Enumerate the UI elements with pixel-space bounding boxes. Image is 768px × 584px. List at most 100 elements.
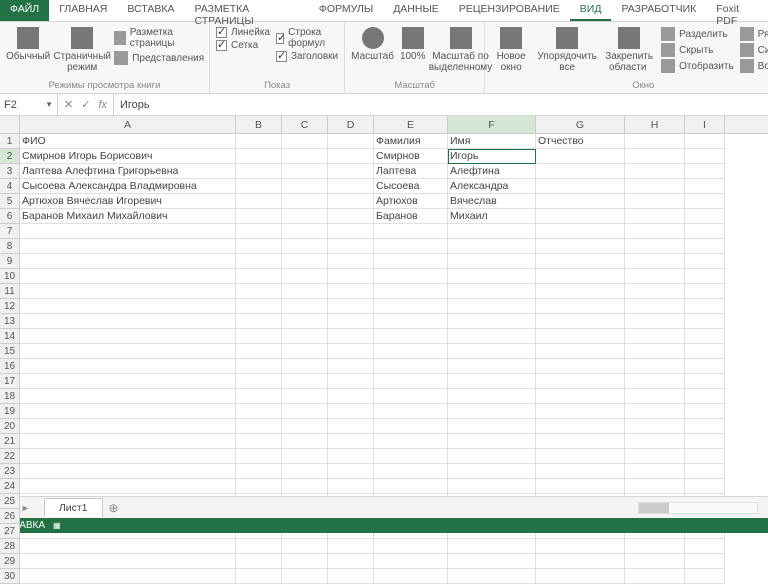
split[interactable]: Разделить	[661, 27, 734, 41]
cell-C9[interactable]	[282, 254, 328, 269]
cell-E9[interactable]	[374, 254, 448, 269]
cell-F1[interactable]: Имя	[448, 134, 536, 149]
row-header-26[interactable]: 26	[0, 509, 19, 524]
side-by-side[interactable]: Рядом	[740, 27, 768, 41]
cell-E23[interactable]	[374, 464, 448, 479]
chk-headings[interactable]: Заголовки	[276, 51, 338, 62]
cell-B19[interactable]	[236, 404, 282, 419]
cell-I24[interactable]	[685, 479, 725, 494]
cell-E30[interactable]	[374, 569, 448, 584]
cell-I28[interactable]	[685, 539, 725, 554]
cell-H28[interactable]	[625, 539, 685, 554]
cell-G2[interactable]	[536, 149, 625, 164]
cell-I2[interactable]	[685, 149, 725, 164]
cell-B16[interactable]	[236, 359, 282, 374]
cell-H15[interactable]	[625, 344, 685, 359]
row-header-3[interactable]: 3	[0, 164, 19, 179]
cell-A3[interactable]: Лаптева Алефтина Григорьевна	[20, 164, 236, 179]
cell-I22[interactable]	[685, 449, 725, 464]
cell-D16[interactable]	[328, 359, 374, 374]
cell-A24[interactable]	[20, 479, 236, 494]
cell-I14[interactable]	[685, 329, 725, 344]
cell-D3[interactable]	[328, 164, 374, 179]
cell-D28[interactable]	[328, 539, 374, 554]
cell-A17[interactable]	[20, 374, 236, 389]
cell-G5[interactable]	[536, 194, 625, 209]
cell-I13[interactable]	[685, 314, 725, 329]
cell-B2[interactable]	[236, 149, 282, 164]
cell-B28[interactable]	[236, 539, 282, 554]
cell-E13[interactable]	[374, 314, 448, 329]
cell-D11[interactable]	[328, 284, 374, 299]
cell-B30[interactable]	[236, 569, 282, 584]
cell-H7[interactable]	[625, 224, 685, 239]
cell-F17[interactable]	[448, 374, 536, 389]
cell-C4[interactable]	[282, 179, 328, 194]
row-header-6[interactable]: 6	[0, 209, 19, 224]
column-headers[interactable]: ABCDEFGHI	[20, 116, 768, 134]
cell-F30[interactable]	[448, 569, 536, 584]
cell-C7[interactable]	[282, 224, 328, 239]
cell-D2[interactable]	[328, 149, 374, 164]
new-window[interactable]: Новое окно	[491, 24, 531, 73]
cell-H13[interactable]	[625, 314, 685, 329]
row-header-25[interactable]: 25	[0, 494, 19, 509]
cell-D8[interactable]	[328, 239, 374, 254]
cell-A23[interactable]	[20, 464, 236, 479]
row-header-1[interactable]: 1	[0, 134, 19, 149]
tab-рецензирование[interactable]: РЕЦЕНЗИРОВАНИЕ	[449, 0, 570, 21]
cell-E6[interactable]: Баранов	[374, 209, 448, 224]
col-header-B[interactable]: B	[236, 116, 282, 133]
cell-B17[interactable]	[236, 374, 282, 389]
col-header-A[interactable]: A	[20, 116, 236, 133]
row-header-27[interactable]: 27	[0, 524, 19, 539]
cell-C10[interactable]	[282, 269, 328, 284]
cell-C5[interactable]	[282, 194, 328, 209]
sync-scroll[interactable]: Синхро	[740, 43, 768, 57]
view-normal[interactable]: Обычный	[6, 24, 50, 62]
cell-D17[interactable]	[328, 374, 374, 389]
cell-B4[interactable]	[236, 179, 282, 194]
cell-D22[interactable]	[328, 449, 374, 464]
cell-B12[interactable]	[236, 299, 282, 314]
cell-D6[interactable]	[328, 209, 374, 224]
cell-D10[interactable]	[328, 269, 374, 284]
cell-D7[interactable]	[328, 224, 374, 239]
name-box[interactable]: F2▼	[0, 94, 58, 115]
cell-F2[interactable]: Игорь	[448, 149, 536, 164]
cell-E17[interactable]	[374, 374, 448, 389]
cell-B20[interactable]	[236, 419, 282, 434]
cell-H29[interactable]	[625, 554, 685, 569]
cell-H14[interactable]	[625, 329, 685, 344]
cell-E19[interactable]	[374, 404, 448, 419]
cell-F21[interactable]	[448, 434, 536, 449]
row-header-17[interactable]: 17	[0, 374, 19, 389]
cell-C17[interactable]	[282, 374, 328, 389]
cell-G23[interactable]	[536, 464, 625, 479]
row-header-4[interactable]: 4	[0, 179, 19, 194]
cell-H18[interactable]	[625, 389, 685, 404]
cell-I29[interactable]	[685, 554, 725, 569]
cell-E2[interactable]: Смирнов	[374, 149, 448, 164]
cell-H9[interactable]	[625, 254, 685, 269]
cell-E29[interactable]	[374, 554, 448, 569]
cell-C8[interactable]	[282, 239, 328, 254]
cell-H11[interactable]	[625, 284, 685, 299]
cell-I21[interactable]	[685, 434, 725, 449]
cell-F24[interactable]	[448, 479, 536, 494]
cell-B6[interactable]	[236, 209, 282, 224]
cell-H22[interactable]	[625, 449, 685, 464]
cell-H1[interactable]	[625, 134, 685, 149]
cell-F19[interactable]	[448, 404, 536, 419]
cell-C18[interactable]	[282, 389, 328, 404]
unhide[interactable]: Отобразить	[661, 59, 734, 73]
sheet-tab-active[interactable]: Лист1	[44, 498, 103, 517]
cell-C28[interactable]	[282, 539, 328, 554]
row-header-14[interactable]: 14	[0, 329, 19, 344]
cell-B3[interactable]	[236, 164, 282, 179]
cell-A10[interactable]	[20, 269, 236, 284]
cell-F13[interactable]	[448, 314, 536, 329]
cell-F28[interactable]	[448, 539, 536, 554]
cell-H3[interactable]	[625, 164, 685, 179]
cell-F20[interactable]	[448, 419, 536, 434]
